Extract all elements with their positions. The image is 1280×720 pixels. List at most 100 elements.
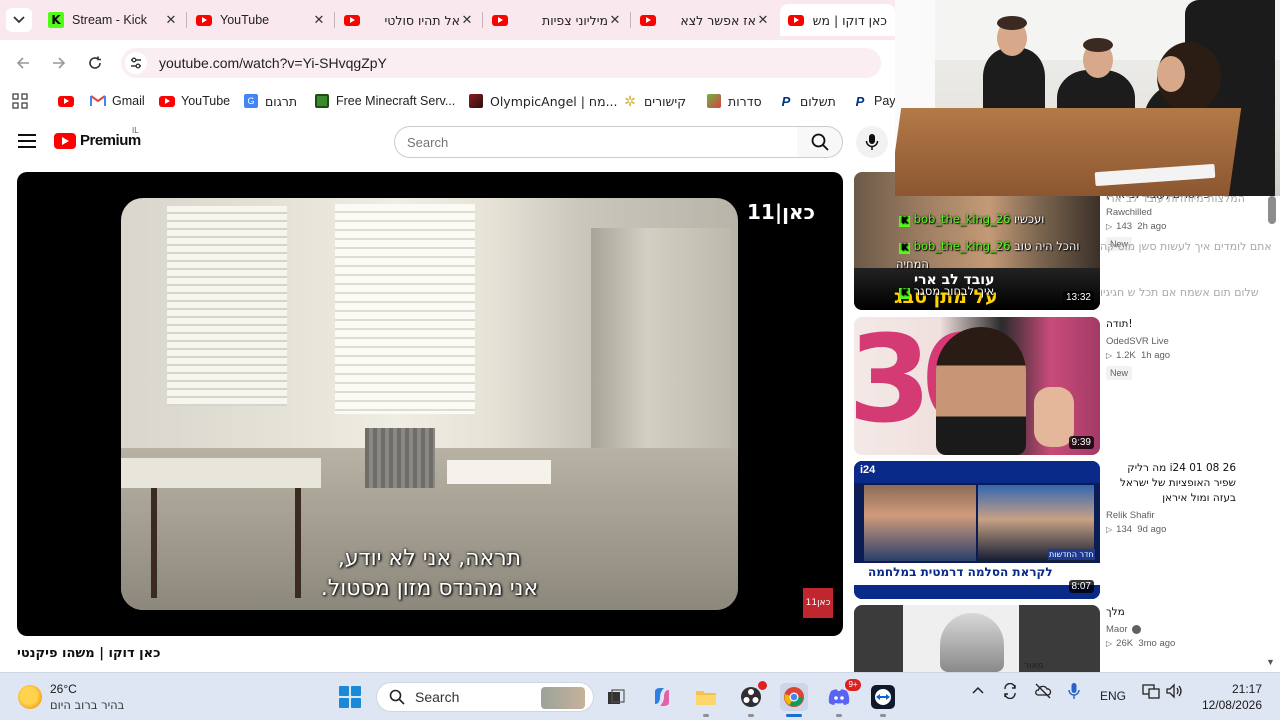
video-duration: 9:39 <box>1068 436 1094 449</box>
tab-search-dropdown[interactable] <box>6 8 32 32</box>
search-icon <box>389 689 405 705</box>
task-view-button[interactable] <box>602 683 630 711</box>
chat-overlay-line: ועכשיו bob_the_king_26 K <box>896 212 1044 227</box>
video-thumbnail[interactable]: מאור <box>854 605 1100 672</box>
chrome-button[interactable] <box>780 683 808 711</box>
recommendation-title[interactable]: i24 01 08 26 מה רליק שפיר האופציות של יש… <box>1106 461 1236 506</box>
network-icon[interactable] <box>1142 683 1160 702</box>
youtube-premium-logo[interactable]: Premium IL <box>54 126 141 149</box>
upload-age: 2h ago <box>1137 221 1167 232</box>
channel-name[interactable]: Maor <box>1106 624 1266 635</box>
input-language[interactable]: ENG <box>1100 689 1126 703</box>
video-frame: תראה, אני לא יודע, אני מהנדס מזון מסטול. <box>121 198 738 610</box>
play-icon: ▷ <box>1106 351 1113 360</box>
thumbnail-side-label: חדר החדשות <box>1048 549 1095 560</box>
view-count: 134 <box>1116 524 1133 535</box>
bookmark-minecraft[interactable]: Free Minecraft Serv... <box>314 92 455 110</box>
video-thumbnail[interactable]: 30 9:39 <box>854 317 1100 455</box>
recommendation-item[interactable]: i24 לקראת הסלמה דרמטית במלחמה חדר החדשות… <box>854 461 1274 599</box>
verified-icon <box>1131 625 1141 634</box>
tab-kick[interactable]: K Stream - Kick ✕ <box>40 4 186 36</box>
recommendation-title[interactable]: !תודה <box>1106 317 1266 332</box>
chat-text: ועכשיו <box>1014 212 1045 226</box>
chat-overlay-line: המחיה <box>896 257 929 271</box>
file-explorer-button[interactable] <box>692 683 720 711</box>
weather-temperature[interactable]: 26°C <box>50 682 77 696</box>
teamviewer-button[interactable] <box>869 683 897 711</box>
bookmark-youtube-icon-only[interactable] <box>58 92 80 110</box>
close-icon[interactable]: ✕ <box>608 12 622 28</box>
bookmark-youtube[interactable]: YouTube <box>159 92 230 110</box>
play-icon: ▷ <box>1106 525 1113 534</box>
cloud-offline-icon[interactable] <box>1034 683 1052 702</box>
webcam-overlay <box>895 0 1280 196</box>
weather-sun-icon[interactable] <box>18 685 42 709</box>
scroll-down-icon[interactable]: ▼ <box>1266 657 1275 667</box>
apps-button[interactable] <box>12 92 28 110</box>
search-input[interactable]: Search <box>394 126 798 158</box>
video-stats: ▷ 143 2h ago <box>1106 221 1266 232</box>
search-button[interactable] <box>797 126 843 158</box>
channel-name[interactable]: Relik Shafir <box>1106 510 1266 521</box>
bookmark-series[interactable]: סדרות <box>706 92 762 110</box>
voice-search-button[interactable] <box>856 126 888 158</box>
copilot-button[interactable] <box>648 683 676 711</box>
weather-description[interactable]: בהיר ברוב היום <box>50 698 124 712</box>
bookmark-payment[interactable]: P תשלום <box>778 92 836 110</box>
close-icon[interactable]: ✕ <box>164 12 178 28</box>
discord-button[interactable]: 9+ <box>825 679 861 711</box>
sync-icon[interactable] <box>1002 682 1018 702</box>
video-thumbnail[interactable]: i24 לקראת הסלמה דרמטית במלחמה חדר החדשות… <box>854 461 1100 599</box>
channel-watermark: כאן|11 <box>747 200 815 224</box>
forward-button[interactable] <box>46 50 72 76</box>
thumbnail-channel: i24 <box>860 464 876 476</box>
microphone-icon[interactable] <box>1068 682 1080 703</box>
taskbar-search[interactable]: Search <box>376 682 594 712</box>
video-stats: ▷ 1.2K 1h ago <box>1106 350 1266 361</box>
video-player[interactable]: תראה, אני לא יודע, אני מהנדס מזון מסטול.… <box>17 172 843 636</box>
obs-icon <box>741 687 761 707</box>
volume-icon[interactable] <box>1166 683 1184 702</box>
teamviewer-icon <box>871 685 895 709</box>
bookmark-translate[interactable]: G תרגום <box>243 92 297 110</box>
back-button[interactable] <box>10 50 36 76</box>
obs-button[interactable] <box>737 681 767 711</box>
video-duration: 13:32 <box>1062 291 1094 304</box>
gmail-icon <box>90 93 106 109</box>
reload-button[interactable] <box>82 50 108 76</box>
close-icon[interactable]: ✕ <box>756 12 770 28</box>
menu-icon[interactable] <box>18 134 36 148</box>
start-button[interactable] <box>336 683 364 711</box>
tab-video-3[interactable]: אל תהיו סולטי ✕ <box>336 4 482 36</box>
sidebar-scrollbar[interactable] <box>1268 196 1276 224</box>
close-icon[interactable]: ✕ <box>460 12 474 28</box>
tab-video-4[interactable]: מיליוני צפיות ✕ <box>484 4 630 36</box>
bookmark-gmail[interactable]: Gmail <box>90 92 145 110</box>
recommendation-item[interactable]: מאור מלך Maor ▷ 26K 3mo ago <box>854 605 1274 672</box>
recommendation-title[interactable]: מלך <box>1106 605 1266 620</box>
channel-badge[interactable]: כאן11 <box>803 588 833 618</box>
channel-name[interactable]: OdedSVR Live <box>1106 336 1266 347</box>
recommendation-meta: מלך Maor ▷ 26K 3mo ago <box>1106 605 1266 649</box>
tab-youtube[interactable]: YouTube ✕ <box>188 4 334 36</box>
tab-active-video[interactable]: כאן דוקו | משה <box>780 4 895 36</box>
bookmark-links[interactable]: ✲ קישורים <box>622 92 686 110</box>
running-indicator <box>880 714 886 717</box>
close-icon[interactable]: ✕ <box>312 12 326 28</box>
recommendation-item[interactable]: 30 9:39 !תודה OdedSVR Live ▷ 1.2K 1h ago… <box>854 317 1274 455</box>
show-hidden-icons-button[interactable] <box>972 685 984 700</box>
bookmark-olympicangel[interactable]: OlympicAngel | מח... <box>468 92 618 110</box>
site-info-icon[interactable] <box>125 52 147 74</box>
tab-title: Stream - Kick <box>72 13 148 27</box>
webcam-person-hair <box>997 16 1027 30</box>
country-code: IL <box>132 126 139 135</box>
system-clock[interactable]: 21:17 12/08/2026 <box>1196 681 1262 713</box>
kick-icon: K <box>899 288 910 299</box>
address-bar[interactable]: youtube.com/watch?v=Yi-SHvqgZpY <box>121 48 881 78</box>
bookmark-paypal[interactable]: P Payl <box>852 92 899 110</box>
youtube-icon <box>344 12 360 28</box>
scene-desk <box>121 458 321 488</box>
tab-video-5[interactable]: אז אפשר לצא ✕ <box>632 4 778 36</box>
channel-name[interactable]: Rawchilled <box>1106 207 1266 218</box>
webcam-person-head <box>1157 56 1185 92</box>
